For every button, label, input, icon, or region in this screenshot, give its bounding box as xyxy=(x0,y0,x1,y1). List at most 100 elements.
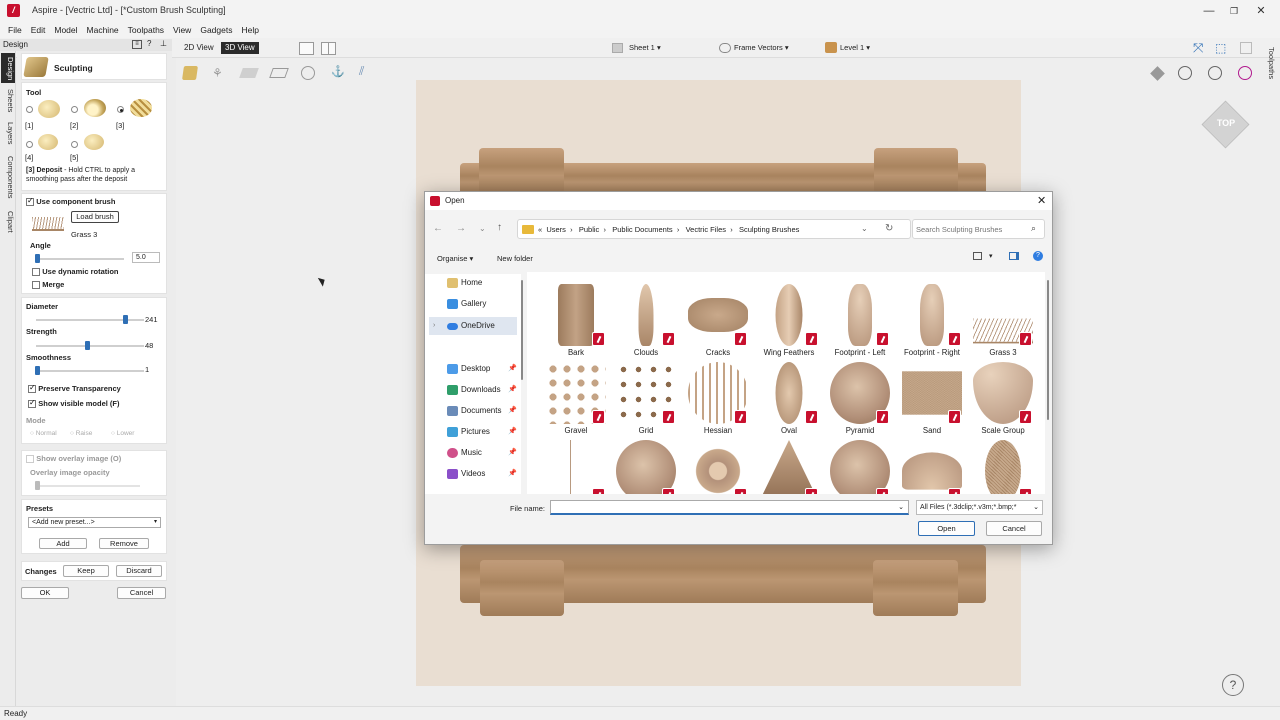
zoom-selection-icon[interactable] xyxy=(1238,66,1252,80)
menu-view[interactable]: View xyxy=(168,23,195,35)
breadcrumb-users[interactable]: Users xyxy=(546,225,566,234)
file-tile[interactable] xyxy=(609,440,679,494)
nav-desktop[interactable]: Desktop 📌 xyxy=(437,360,519,378)
file-tile[interactable]: Hessian xyxy=(681,362,751,440)
nav-onedrive[interactable]: › OneDrive xyxy=(429,317,517,335)
file-tile[interactable] xyxy=(823,440,893,494)
file-tile[interactable]: Grass 3 xyxy=(966,284,1036,362)
breadcrumb-public[interactable]: Public xyxy=(579,225,599,234)
tab-clipart[interactable]: Clipart xyxy=(1,207,15,237)
tool-radio-1[interactable] xyxy=(26,106,33,113)
panel-menu-icon[interactable]: ≡ xyxy=(132,40,142,49)
tab-toolpaths[interactable]: Toolpaths xyxy=(1262,40,1276,86)
use-component-brush-checkbox[interactable] xyxy=(26,196,34,206)
view-mode-icon[interactable] xyxy=(973,252,982,260)
file-tile[interactable]: Footprint - Right xyxy=(895,284,965,362)
menu-edit[interactable]: Edit xyxy=(26,23,50,35)
file-tile[interactable]: Grid xyxy=(609,362,679,440)
tab-design[interactable]: Design xyxy=(1,53,15,83)
show-visible-model[interactable]: Show visible model (F) xyxy=(28,398,120,408)
keep-button[interactable]: Keep xyxy=(63,565,109,577)
nav-gallery[interactable]: Gallery xyxy=(437,295,519,313)
address-bar[interactable]: « Users › Public › Public Documents › Ve… xyxy=(517,219,911,239)
select-icon[interactable] xyxy=(1240,42,1252,54)
smoothness-slider-track[interactable] xyxy=(36,370,144,372)
load-brush-button[interactable]: Load brush xyxy=(71,211,119,223)
help-circle-icon[interactable]: ? xyxy=(1222,674,1244,696)
recent-chevron-icon[interactable]: ⌄ xyxy=(479,224,486,233)
level-dropdown[interactable]: Level 1 ▾ xyxy=(840,43,870,52)
mode-raise[interactable]: ○ Raise xyxy=(70,430,92,437)
menu-model[interactable]: Model xyxy=(49,23,81,35)
merge[interactable]: Merge xyxy=(32,280,64,289)
zoom-box-icon[interactable] xyxy=(1178,66,1192,80)
preserve-transparency-checkbox[interactable] xyxy=(28,383,36,393)
zoom-extents-icon[interactable] xyxy=(1208,66,1222,80)
file-tile[interactable] xyxy=(752,440,822,494)
help-icon[interactable]: ? xyxy=(147,39,151,48)
nav-music[interactable]: Music 📌 xyxy=(437,444,519,462)
address-dropdown-icon[interactable]: ⌄ xyxy=(861,224,868,233)
tool-radio-2[interactable] xyxy=(71,106,78,113)
menu-file[interactable]: File xyxy=(3,23,26,35)
close-button[interactable]: ✕ xyxy=(1246,3,1276,19)
discard-button[interactable]: Discard xyxy=(116,565,162,577)
tab-components[interactable]: Components xyxy=(1,151,15,203)
tool-radio-4[interactable] xyxy=(26,141,33,148)
dynamic-rotation-checkbox[interactable] xyxy=(32,267,40,276)
file-tile[interactable]: Wing Feathers xyxy=(752,284,822,362)
show-overlay[interactable]: Show overlay image (O) xyxy=(26,454,121,463)
file-tile[interactable]: Clouds xyxy=(609,284,679,362)
dialog-close-icon[interactable]: ✕ xyxy=(1037,194,1046,207)
angle-input[interactable]: 5.0 xyxy=(132,252,160,263)
nodes-icon[interactable]: ⬚ xyxy=(1215,41,1229,55)
strength-slider-track[interactable] xyxy=(36,345,144,347)
strength-slider-thumb[interactable] xyxy=(84,341,90,350)
viewcube-label[interactable]: TOP xyxy=(1212,118,1240,128)
filename-field[interactable]: ⌄ xyxy=(550,500,909,515)
tool-smooth-icon[interactable] xyxy=(38,100,60,118)
file-tile[interactable] xyxy=(681,440,751,494)
pin-icon[interactable]: 📌 xyxy=(508,465,517,483)
tab-3d-view[interactable]: 3D View xyxy=(221,42,259,54)
smoothness-slider-thumb[interactable] xyxy=(35,366,40,375)
angle-slider-thumb[interactable] xyxy=(35,254,40,263)
merge-checkbox[interactable] xyxy=(32,280,40,289)
axis-icon[interactable]: ⤧ xyxy=(1193,41,1207,55)
help-icon[interactable]: ? xyxy=(1033,251,1043,261)
model-cube-icon[interactable] xyxy=(182,66,198,80)
split-vertical-icon[interactable] xyxy=(321,42,336,55)
toolpath-preview-icon[interactable]: ⫽ xyxy=(359,64,364,79)
file-scrollbar[interactable] xyxy=(1047,280,1049,420)
file-tile[interactable]: Gravel xyxy=(539,362,609,440)
nav-videos[interactable]: Videos 📌 xyxy=(437,465,519,483)
file-tile[interactable]: Oval xyxy=(752,362,822,440)
add-preset-button[interactable]: Add xyxy=(39,538,87,549)
pin-icon[interactable]: 📌 xyxy=(508,423,517,441)
breadcrumb-public-documents[interactable]: Public Documents xyxy=(612,225,672,234)
breadcrumb-sculpting-brushes[interactable]: Sculpting Brushes xyxy=(739,225,799,234)
mode-lower[interactable]: ○ Lower xyxy=(111,430,134,437)
remove-preset-button[interactable]: Remove xyxy=(99,538,149,549)
mode-normal[interactable]: ○ Normal xyxy=(30,430,57,437)
menu-machine[interactable]: Machine xyxy=(82,23,123,35)
pin-icon[interactable]: 📌 xyxy=(508,402,517,420)
pin-icon[interactable]: 📌 xyxy=(508,381,517,399)
file-tile[interactable] xyxy=(895,440,965,494)
tool-radio-5[interactable] xyxy=(71,141,78,148)
preview-pane-icon[interactable] xyxy=(1009,252,1019,260)
sheet-dropdown[interactable]: Sheet 1 ▾ xyxy=(629,43,661,52)
tool-erase-icon[interactable] xyxy=(38,134,58,150)
tab-sheets[interactable]: Sheets xyxy=(1,87,15,115)
expand-chevron-icon[interactable]: › xyxy=(433,317,435,335)
menu-help[interactable]: Help xyxy=(236,23,262,35)
menu-gadgets[interactable]: Gadgets xyxy=(195,23,236,35)
nav-pictures[interactable]: Pictures 📌 xyxy=(437,423,519,441)
split-horizontal-icon[interactable] xyxy=(299,42,314,55)
overlay-opacity-thumb[interactable] xyxy=(35,481,40,490)
dynamic-rotation[interactable]: Use dynamic rotation xyxy=(32,267,119,276)
search-box[interactable]: ⌕ xyxy=(912,219,1045,239)
filename-input[interactable] xyxy=(554,502,894,513)
open-button[interactable]: Open xyxy=(918,521,975,536)
restore-button[interactable]: ❐ xyxy=(1219,3,1249,19)
